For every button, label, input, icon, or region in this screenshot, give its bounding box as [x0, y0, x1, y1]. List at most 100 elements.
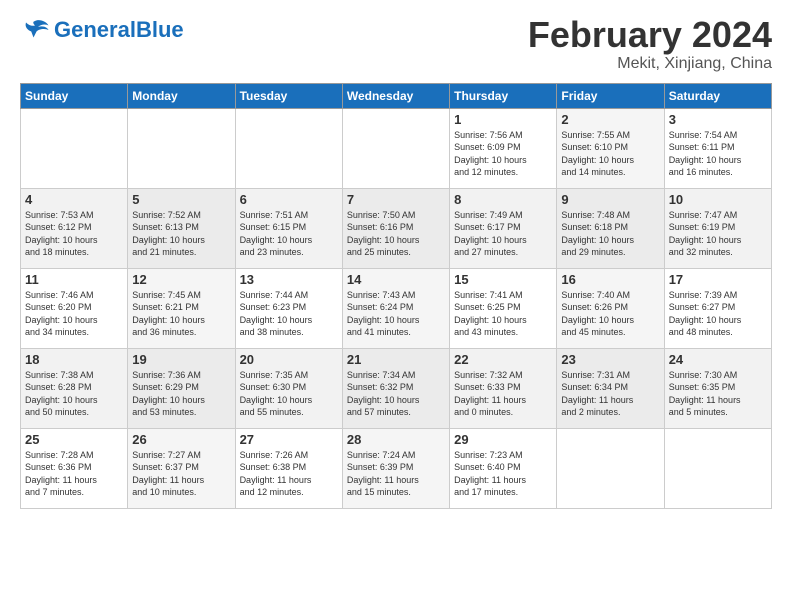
day-number: 25: [25, 432, 123, 447]
calendar-cell: 2Sunrise: 7:55 AM Sunset: 6:10 PM Daylig…: [557, 108, 664, 188]
day-info: Sunrise: 7:23 AM Sunset: 6:40 PM Dayligh…: [454, 449, 552, 499]
calendar-cell: 28 Sunrise: 7:24 AM Sunset: 6:39 PM Dayli…: [342, 428, 449, 508]
day-number: 19: [132, 352, 230, 367]
day-info: Sunrise: 7:31 AM Sunset: 6:34 PM Dayligh…: [561, 369, 659, 419]
day-number: 23: [561, 352, 659, 367]
calendar-cell: 19Sunrise: 7:36 AM Sunset: 6:29 PM Dayli…: [128, 348, 235, 428]
day-number: 29: [454, 432, 552, 447]
day-number: 8: [454, 192, 552, 207]
calendar-cell: 15 Sunrise: 7:41 AM Sunset: 6:25 PM Dayli…: [450, 268, 557, 348]
calendar-cell: 24 Sunrise: 7:30 AM Sunset: 6:35 PM Dayli…: [664, 348, 771, 428]
calendar-cell: 20 Sunrise: 7:35 AM Sunset: 6:30 PM Dayli…: [235, 348, 342, 428]
day-info: Sunrise: 7:34 AM Sunset: 6:32 PM Dayligh…: [347, 369, 445, 419]
calendar-cell: 6 Sunrise: 7:51 AM Sunset: 6:15 PM Daylig…: [235, 188, 342, 268]
day-number: 28: [347, 432, 445, 447]
day-number: 10: [669, 192, 767, 207]
calendar-week-row: 1 Sunrise: 7:56 AM Sunset: 6:09 PM Daylig…: [21, 108, 772, 188]
day-info: Sunrise: 7:43 AM Sunset: 6:24 PM Dayligh…: [347, 289, 445, 339]
day-info: Sunrise: 7:49 AM Sunset: 6:17 PM Dayligh…: [454, 209, 552, 259]
weekday-header-saturday: Saturday: [664, 83, 771, 108]
calendar-cell: 17Sunrise: 7:39 AM Sunset: 6:27 PM Dayli…: [664, 268, 771, 348]
calendar-cell: 3Sunrise: 7:54 AM Sunset: 6:11 PM Daylig…: [664, 108, 771, 188]
calendar-week-row: 18 Sunrise: 7:38 AM Sunset: 6:28 PM Dayli…: [21, 348, 772, 428]
calendar-cell: 1 Sunrise: 7:56 AM Sunset: 6:09 PM Daylig…: [450, 108, 557, 188]
day-info: Sunrise: 7:39 AM Sunset: 6:27 PM Dayligh…: [669, 289, 767, 339]
calendar-cell: [128, 108, 235, 188]
day-number: 1: [454, 112, 552, 127]
day-number: 9: [561, 192, 659, 207]
calendar-cell: 11 Sunrise: 7:46 AM Sunset: 6:20 PM Dayli…: [21, 268, 128, 348]
calendar-cell: 14 Sunrise: 7:43 AM Sunset: 6:24 PM Dayli…: [342, 268, 449, 348]
day-number: 18: [25, 352, 123, 367]
calendar-cell: 8 Sunrise: 7:49 AM Sunset: 6:17 PM Daylig…: [450, 188, 557, 268]
day-info: Sunrise: 7:38 AM Sunset: 6:28 PM Dayligh…: [25, 369, 123, 419]
month-title: February 2024: [528, 15, 772, 55]
calendar-cell: 23 Sunrise: 7:31 AM Sunset: 6:34 PM Dayli…: [557, 348, 664, 428]
day-info: Sunrise: 7:30 AM Sunset: 6:35 PM Dayligh…: [669, 369, 767, 419]
day-number: 12: [132, 272, 230, 287]
day-info: Sunrise: 7:41 AM Sunset: 6:25 PM Dayligh…: [454, 289, 552, 339]
weekday-header-tuesday: Tuesday: [235, 83, 342, 108]
weekday-header-monday: Monday: [128, 83, 235, 108]
logo-text: GeneralBlue: [54, 19, 184, 41]
weekday-header-friday: Friday: [557, 83, 664, 108]
day-info: Sunrise: 7:35 AM Sunset: 6:30 PM Dayligh…: [240, 369, 338, 419]
day-number: 16: [561, 272, 659, 287]
title-area: February 2024 Mekit, Xinjiang, China: [528, 15, 772, 73]
day-number: 26: [132, 432, 230, 447]
calendar-cell: [21, 108, 128, 188]
day-number: 5: [132, 192, 230, 207]
calendar-week-row: 4 Sunrise: 7:53 AM Sunset: 6:12 PM Daylig…: [21, 188, 772, 268]
calendar-cell: 27Sunrise: 7:26 AM Sunset: 6:38 PM Dayli…: [235, 428, 342, 508]
calendar-cell: 29 Sunrise: 7:23 AM Sunset: 6:40 PM Dayli…: [450, 428, 557, 508]
calendar-cell: [664, 428, 771, 508]
day-number: 6: [240, 192, 338, 207]
day-number: 21: [347, 352, 445, 367]
calendar-cell: 25Sunrise: 7:28 AM Sunset: 6:36 PM Dayli…: [21, 428, 128, 508]
location-title: Mekit, Xinjiang, China: [528, 55, 772, 73]
day-number: 4: [25, 192, 123, 207]
calendar-cell: 7Sunrise: 7:50 AM Sunset: 6:16 PM Daylig…: [342, 188, 449, 268]
calendar-cell: 13 Sunrise: 7:44 AM Sunset: 6:23 PM Dayli…: [235, 268, 342, 348]
day-info: Sunrise: 7:56 AM Sunset: 6:09 PM Dayligh…: [454, 129, 552, 179]
day-info: Sunrise: 7:47 AM Sunset: 6:19 PM Dayligh…: [669, 209, 767, 259]
day-number: 7: [347, 192, 445, 207]
calendar-cell: [235, 108, 342, 188]
calendar-cell: 21 Sunrise: 7:34 AM Sunset: 6:32 PM Dayli…: [342, 348, 449, 428]
day-info: Sunrise: 7:24 AM Sunset: 6:39 PM Dayligh…: [347, 449, 445, 499]
day-info: Sunrise: 7:52 AM Sunset: 6:13 PM Dayligh…: [132, 209, 230, 259]
calendar-table: SundayMondayTuesdayWednesdayThursdayFrid…: [20, 83, 772, 509]
day-number: 20: [240, 352, 338, 367]
calendar-cell: 26 Sunrise: 7:27 AM Sunset: 6:37 PM Dayli…: [128, 428, 235, 508]
day-info: Sunrise: 7:53 AM Sunset: 6:12 PM Dayligh…: [25, 209, 123, 259]
day-info: Sunrise: 7:45 AM Sunset: 6:21 PM Dayligh…: [132, 289, 230, 339]
calendar-cell: 4 Sunrise: 7:53 AM Sunset: 6:12 PM Daylig…: [21, 188, 128, 268]
calendar-cell: 12 Sunrise: 7:45 AM Sunset: 6:21 PM Dayli…: [128, 268, 235, 348]
day-number: 13: [240, 272, 338, 287]
calendar-cell: 5 Sunrise: 7:52 AM Sunset: 6:13 PM Daylig…: [128, 188, 235, 268]
day-number: 14: [347, 272, 445, 287]
day-number: 24: [669, 352, 767, 367]
calendar-cell: 16Sunrise: 7:40 AM Sunset: 6:26 PM Dayli…: [557, 268, 664, 348]
day-info: Sunrise: 7:55 AM Sunset: 6:10 PM Dayligh…: [561, 129, 659, 179]
calendar-cell: [342, 108, 449, 188]
weekday-header-thursday: Thursday: [450, 83, 557, 108]
weekday-header-wednesday: Wednesday: [342, 83, 449, 108]
calendar-week-row: 11 Sunrise: 7:46 AM Sunset: 6:20 PM Dayli…: [21, 268, 772, 348]
weekday-header-sunday: Sunday: [21, 83, 128, 108]
day-info: Sunrise: 7:51 AM Sunset: 6:15 PM Dayligh…: [240, 209, 338, 259]
day-number: 11: [25, 272, 123, 287]
logo: GeneralBlue: [20, 15, 184, 45]
main-container: GeneralBlue February 2024 Mekit, Xinjian…: [0, 0, 792, 519]
day-number: 22: [454, 352, 552, 367]
day-info: Sunrise: 7:26 AM Sunset: 6:38 PM Dayligh…: [240, 449, 338, 499]
day-info: Sunrise: 7:46 AM Sunset: 6:20 PM Dayligh…: [25, 289, 123, 339]
logo-general: GeneralBlue: [54, 19, 184, 41]
day-info: Sunrise: 7:27 AM Sunset: 6:37 PM Dayligh…: [132, 449, 230, 499]
day-number: 15: [454, 272, 552, 287]
header: GeneralBlue February 2024 Mekit, Xinjian…: [20, 15, 772, 73]
day-info: Sunrise: 7:32 AM Sunset: 6:33 PM Dayligh…: [454, 369, 552, 419]
calendar-week-row: 25Sunrise: 7:28 AM Sunset: 6:36 PM Dayli…: [21, 428, 772, 508]
day-info: Sunrise: 7:44 AM Sunset: 6:23 PM Dayligh…: [240, 289, 338, 339]
calendar-cell: 18 Sunrise: 7:38 AM Sunset: 6:28 PM Dayli…: [21, 348, 128, 428]
